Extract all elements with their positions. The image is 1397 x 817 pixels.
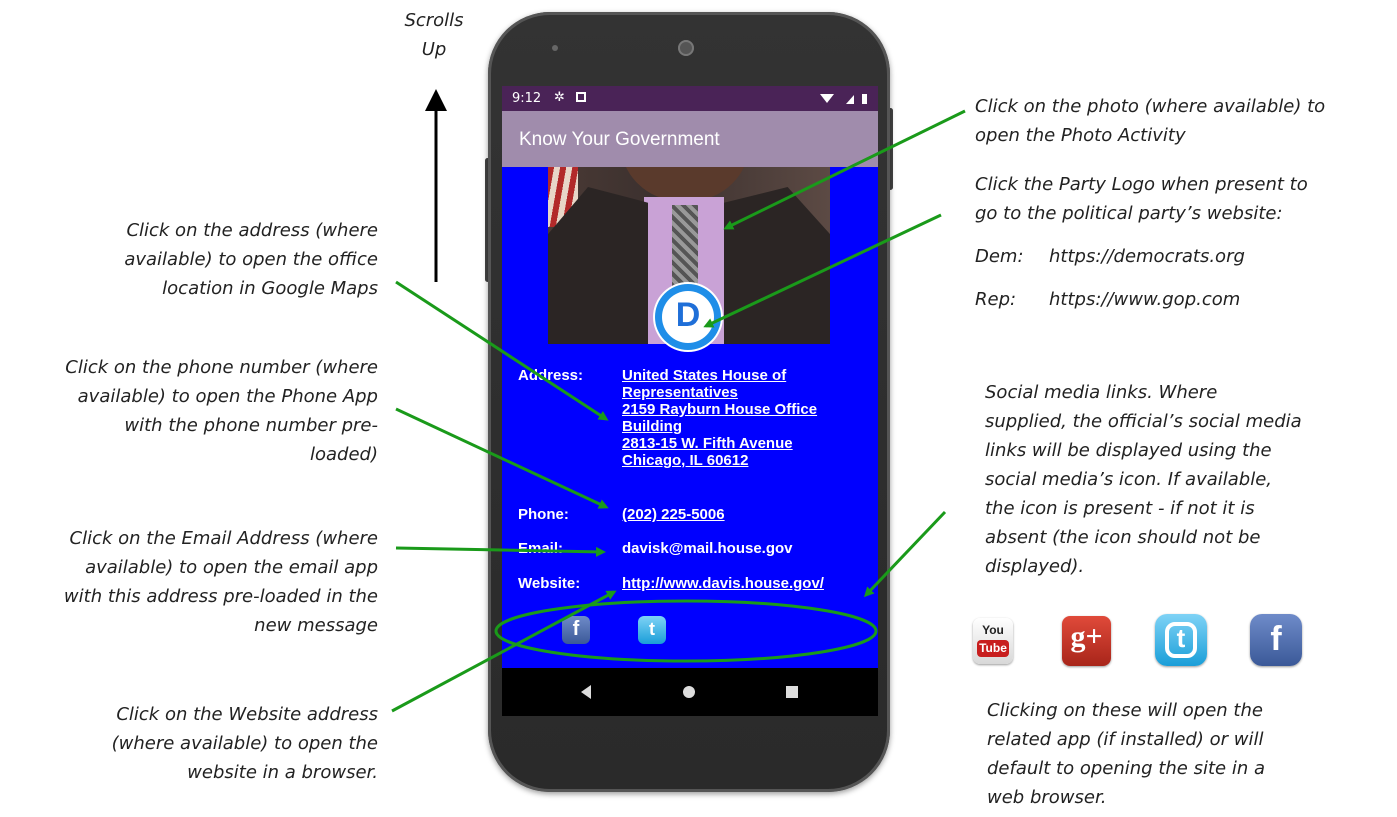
- arrow-party-logo: [703, 213, 942, 328]
- arrow-address: [395, 280, 609, 421]
- annotation-overlay: [391, 89, 966, 713]
- arrow-website: [391, 590, 617, 713]
- arrow-social: [863, 510, 947, 598]
- arrow-phone: [395, 407, 609, 509]
- arrow-email: [395, 546, 606, 557]
- arrow-photo: [723, 109, 966, 230]
- social-icons-highlight: [494, 599, 878, 663]
